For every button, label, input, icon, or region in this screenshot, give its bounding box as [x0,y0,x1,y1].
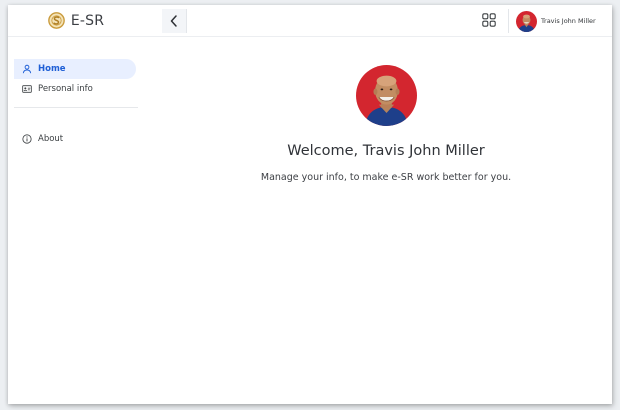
info-icon [22,134,32,144]
avatar [516,10,537,32]
sidebar-item-personal-info[interactable]: Personal info [14,79,136,99]
sidebar-divider [14,107,138,108]
welcome-tagline: Manage your info, to make e-SR work bett… [260,172,512,183]
back-button[interactable] [162,9,187,33]
profile-photo [356,65,417,126]
top-bar: Travis John Miller [144,5,612,37]
sidebar: E-SR Home Personal info About [8,5,144,404]
sidebar-item-label: Home [38,64,66,74]
id-card-icon [22,85,32,93]
brand-logo-icon [48,12,65,29]
brand-name: E-SR [70,12,105,29]
sidebar-item-label: Personal info [38,84,93,94]
user-name: Travis John Miller [541,17,596,25]
user-menu[interactable]: Travis John Miller [516,9,596,33]
chevron-left-icon [170,15,177,27]
apps-grid-icon [482,13,496,27]
welcome-heading: Welcome, Travis John Miller [287,143,485,159]
apps-button[interactable] [481,12,497,28]
brand[interactable]: E-SR [8,5,144,37]
sidebar-item-label: About [38,134,64,144]
person-icon [22,64,32,74]
app-window: E-SR Home Personal info About Travis Joh… [8,5,612,404]
header-divider [508,9,509,33]
sidebar-item-home[interactable]: Home [14,59,136,79]
sidebar-item-about[interactable]: About [14,129,136,149]
